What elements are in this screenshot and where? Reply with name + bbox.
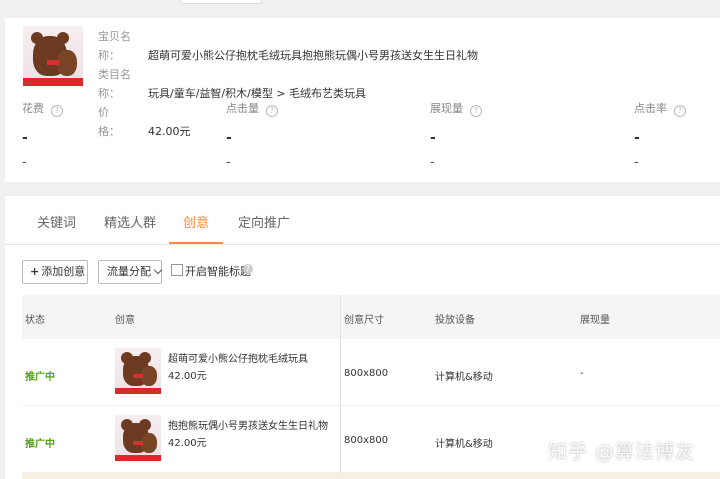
- product-card: 宝贝名称： 超萌可爱小熊公仔抱枕毛绒玩具抱抱熊玩偶小号男孩送女生生日礼物 类目名称…: [5, 18, 720, 182]
- creative-size: 800x800: [344, 435, 389, 446]
- add-creative-button[interactable]: + 添加创意: [22, 260, 88, 284]
- category-value: 玩具/童车/益智/积木/模型 > 毛绒布艺类玩具: [148, 87, 367, 100]
- product-thumbnail: [23, 26, 83, 86]
- creative-price: 42.00元: [168, 438, 207, 449]
- table-header: 状态 创意 创意尺寸 投放设备 展现量: [22, 295, 720, 339]
- add-creative-label: 添加创意: [41, 265, 86, 278]
- column-header-device: 投放设备: [435, 315, 475, 326]
- smart-title-label[interactable]: 开启智能标题: [185, 263, 251, 279]
- metric-value: -: [226, 130, 232, 146]
- frozen-column-divider: [340, 295, 341, 479]
- creative-impressions: -: [580, 368, 584, 379]
- table-row: 推广中 超萌可爱小熊公仔抱枕毛绒玩具 42.00元 800x800 计算机&移动…: [22, 339, 720, 406]
- metric-sub: -: [430, 155, 435, 170]
- metric-sub: -: [226, 155, 231, 170]
- tab-creative[interactable]: 创意: [183, 212, 209, 231]
- metric-clicks: 点击量? - -: [226, 100, 406, 170]
- creative-title: 抱抱熊玩偶小号男孩送女生生日礼物: [168, 421, 328, 432]
- help-icon[interactable]: ?: [266, 105, 278, 117]
- metric-value: -: [634, 130, 640, 146]
- status-badge: 推广中: [25, 439, 55, 450]
- metric-cost: 花费? - -: [22, 100, 202, 170]
- column-header-creative: 创意: [115, 315, 135, 326]
- top-control-fragment: [180, 0, 262, 4]
- help-icon[interactable]: ?: [51, 105, 63, 117]
- product-name-label: 宝贝名称：: [98, 30, 131, 62]
- metric-ctr: 点击率? - -: [634, 100, 720, 170]
- traffic-allocation-dropdown[interactable]: 流量分配: [98, 260, 163, 284]
- metric-label: 点击率: [634, 102, 667, 115]
- creative-size: 800x800: [344, 368, 389, 379]
- status-badge: 推广中: [25, 372, 55, 383]
- creative-thumbnail[interactable]: [115, 348, 161, 394]
- metric-label: 展现量: [430, 102, 463, 115]
- chevron-down-icon: [153, 265, 163, 275]
- metric-value: -: [22, 130, 28, 146]
- creative-title: 超萌可爱小熊公仔抱枕毛绒玩具: [168, 354, 308, 365]
- creative-device: 计算机&移动: [435, 372, 493, 383]
- creative-price: 42.00元: [168, 371, 207, 382]
- creative-thumbnail[interactable]: [115, 415, 161, 461]
- creative-device: 计算机&移动: [435, 439, 493, 450]
- plus-icon: +: [30, 265, 40, 278]
- tab-bar: 关键词 精选人群 创意 定向推广: [5, 196, 720, 245]
- help-icon[interactable]: ?: [674, 105, 686, 117]
- active-tab-indicator: [169, 242, 223, 244]
- metric-sub: -: [634, 155, 639, 170]
- column-header-impressions: 展现量: [580, 315, 610, 326]
- column-header-status: 状态: [25, 315, 45, 326]
- product-name: 超萌可爱小熊公仔抱枕毛绒玩具抱抱熊玩偶小号男孩送女生生日礼物: [148, 49, 478, 62]
- tab-keywords[interactable]: 关键词: [37, 212, 76, 231]
- table-row-partial: [22, 473, 720, 479]
- tab-targeting[interactable]: 定向推广: [238, 212, 290, 231]
- traffic-allocation-label: 流量分配: [107, 265, 151, 278]
- smart-title-checkbox[interactable]: [171, 264, 183, 276]
- help-icon[interactable]: ?: [470, 105, 482, 117]
- metric-impressions: 展现量? - -: [430, 100, 610, 170]
- metric-value: -: [430, 130, 436, 146]
- tab-audience[interactable]: 精选人群: [104, 212, 156, 231]
- metric-sub: -: [22, 155, 27, 170]
- metric-label: 花费: [22, 102, 44, 115]
- metric-label: 点击量: [226, 102, 259, 115]
- category-label: 类目名称：: [98, 68, 131, 100]
- watermark: 知乎 @算法博友: [548, 441, 696, 463]
- help-icon[interactable]: ?: [243, 264, 253, 274]
- column-header-size: 创意尺寸: [344, 315, 384, 326]
